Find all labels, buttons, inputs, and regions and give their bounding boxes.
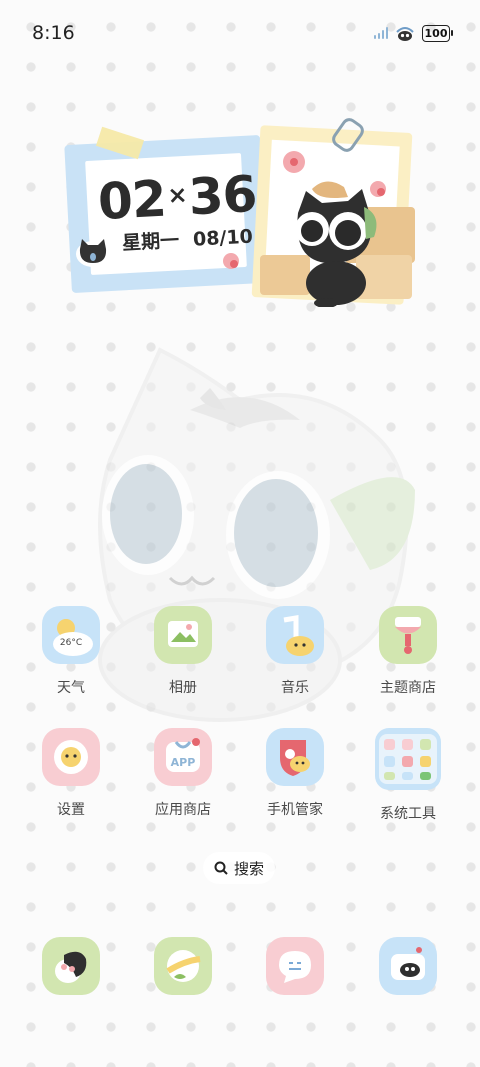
search-icon — [214, 861, 228, 875]
date-label: 08/10 — [192, 225, 254, 251]
app-label: 相册 — [169, 680, 197, 696]
weather-temp: 26°C — [59, 638, 83, 648]
cat-character-icon — [295, 181, 377, 307]
flower-decoration — [223, 253, 239, 269]
app-music[interactable]: 音乐 — [245, 606, 345, 697]
app-theme-store[interactable]: 主题商店 — [358, 606, 458, 697]
weekday-label: 星期一 — [121, 229, 180, 255]
settings-icon[interactable] — [42, 728, 100, 786]
app-label: 主题商店 — [380, 680, 436, 696]
clock-time: 02×36 — [97, 165, 258, 231]
system-tools-folder-icon[interactable] — [375, 728, 441, 790]
browser-icon[interactable] — [154, 937, 212, 995]
app-label: 音乐 — [281, 680, 309, 696]
folder-system-tools[interactable]: 系统工具 — [358, 728, 458, 823]
app-label: 应用商店 — [155, 802, 211, 818]
small-cat-icon — [76, 239, 110, 267]
app-label: 系统工具 — [380, 806, 436, 822]
phone-icon[interactable] — [42, 937, 100, 995]
status-bar: 8:16 100 — [0, 0, 480, 64]
weather-icon[interactable]: 26°C — [42, 606, 100, 664]
theme-store-icon[interactable] — [379, 606, 437, 664]
app-store-badge: APP — [170, 756, 196, 769]
search-label: 搜索 — [233, 859, 264, 878]
gallery-icon[interactable] — [154, 606, 212, 664]
camera-icon[interactable] — [379, 937, 437, 995]
app-app-store[interactable]: APP 应用商店 — [133, 728, 233, 819]
dock-camera[interactable] — [358, 937, 458, 995]
clock-hours: 02 — [96, 169, 168, 232]
search-button[interactable]: 搜索 — [203, 852, 275, 884]
dock-browser[interactable] — [133, 937, 233, 995]
app-gallery[interactable]: 相册 — [133, 606, 233, 697]
dock-phone[interactable] — [21, 937, 121, 995]
app-label: 手机管家 — [267, 802, 323, 818]
clock-widget[interactable]: 02×36 星期一 08/10 — [60, 115, 420, 315]
phone-manager-icon[interactable] — [266, 728, 324, 786]
app-label: 天气 — [57, 680, 85, 696]
status-time: 8:16 — [32, 22, 75, 44]
app-store-icon[interactable]: APP — [154, 728, 212, 786]
app-phone-manager[interactable]: 手机管家 — [245, 728, 345, 819]
clock-separator: × — [166, 180, 188, 210]
app-settings[interactable]: 设置 — [21, 728, 121, 819]
clock-minutes: 36 — [187, 164, 258, 227]
flower-decoration — [283, 151, 305, 173]
app-weather[interactable]: 26°C 天气 — [21, 606, 121, 697]
messages-icon[interactable] — [266, 937, 324, 995]
wifi-cat-icon — [396, 27, 414, 41]
signal-icon — [373, 27, 388, 39]
battery-indicator: 100 — [422, 24, 453, 42]
app-label: 设置 — [57, 802, 85, 818]
dock-messages[interactable] — [245, 937, 345, 995]
status-icons: 100 — [373, 24, 453, 42]
music-icon[interactable] — [266, 606, 324, 664]
